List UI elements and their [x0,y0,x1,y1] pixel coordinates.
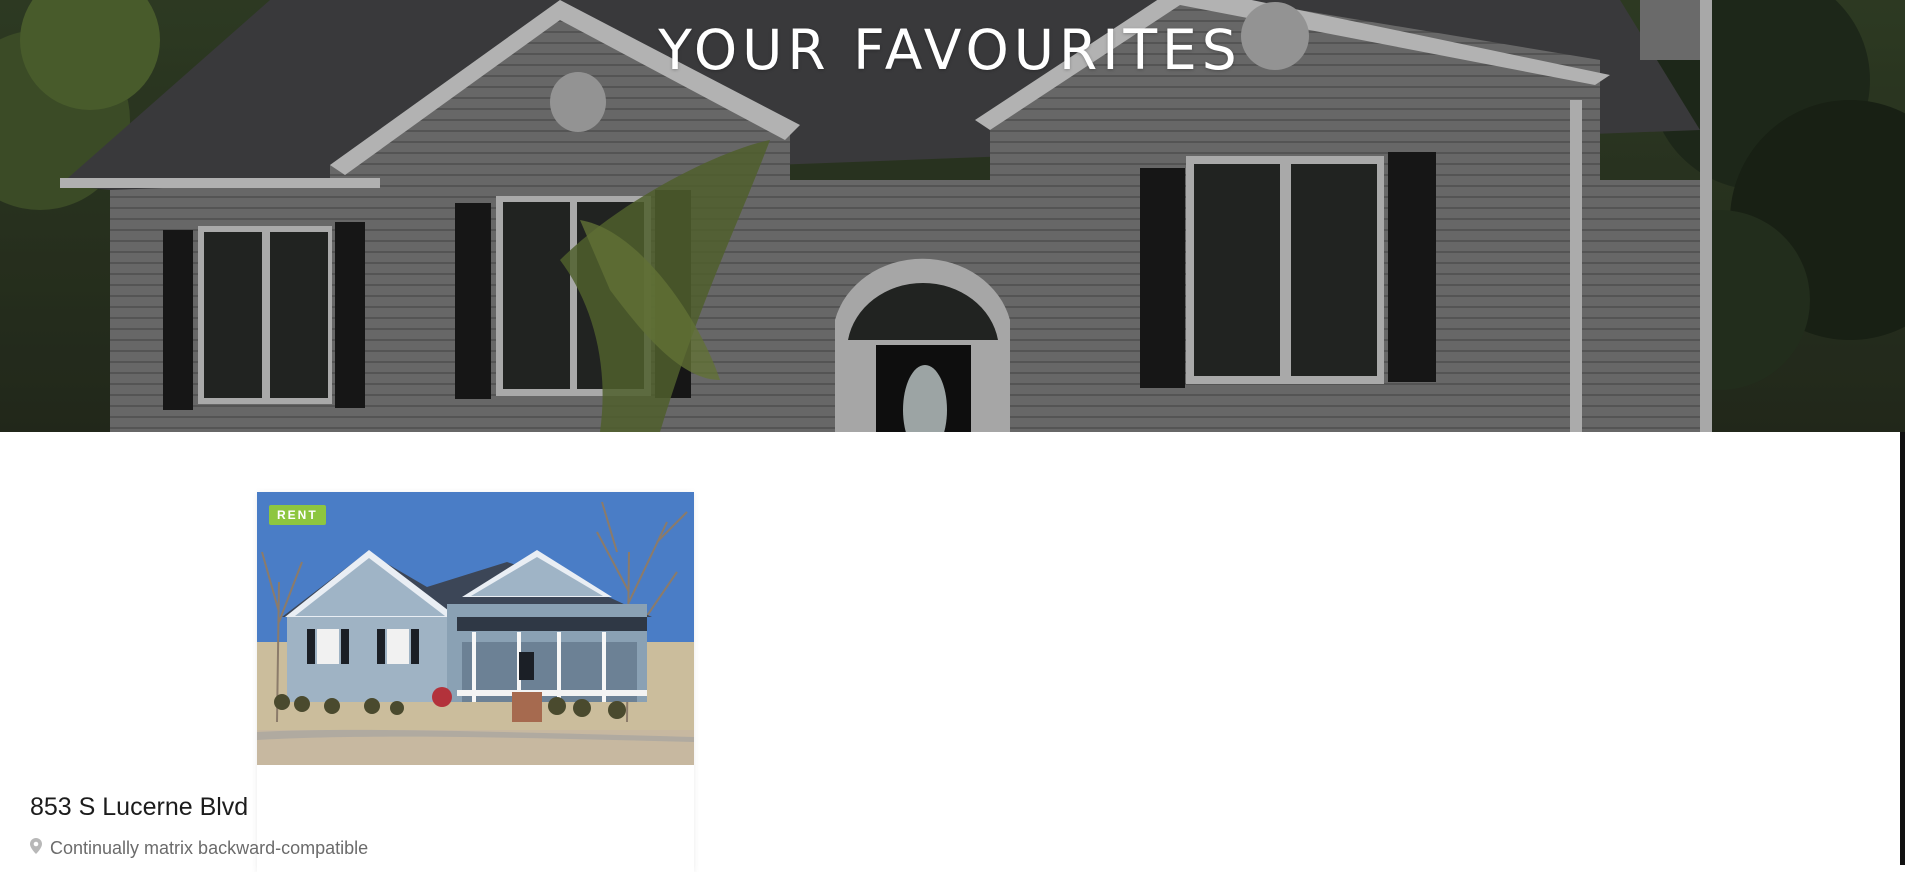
hero-banner: YOUR FAVOURITES [0,0,1905,432]
listing-address-text: Continually matrix backward-compatible [50,838,369,858]
listing-card[interactable]: RENT [257,492,694,872]
listing-title[interactable]: 853 S Lucerne Blvd [30,793,248,822]
map-pin-icon [30,838,42,859]
listing-badge: RENT [269,505,326,525]
page-title: YOUR FAVOURITES [658,18,1242,82]
listing-house-photo [257,492,694,765]
listing-image[interactable]: RENT [257,492,694,765]
listing-address: Continually matrix backward-compatible [30,838,368,859]
viewport-edge [1900,432,1905,865]
